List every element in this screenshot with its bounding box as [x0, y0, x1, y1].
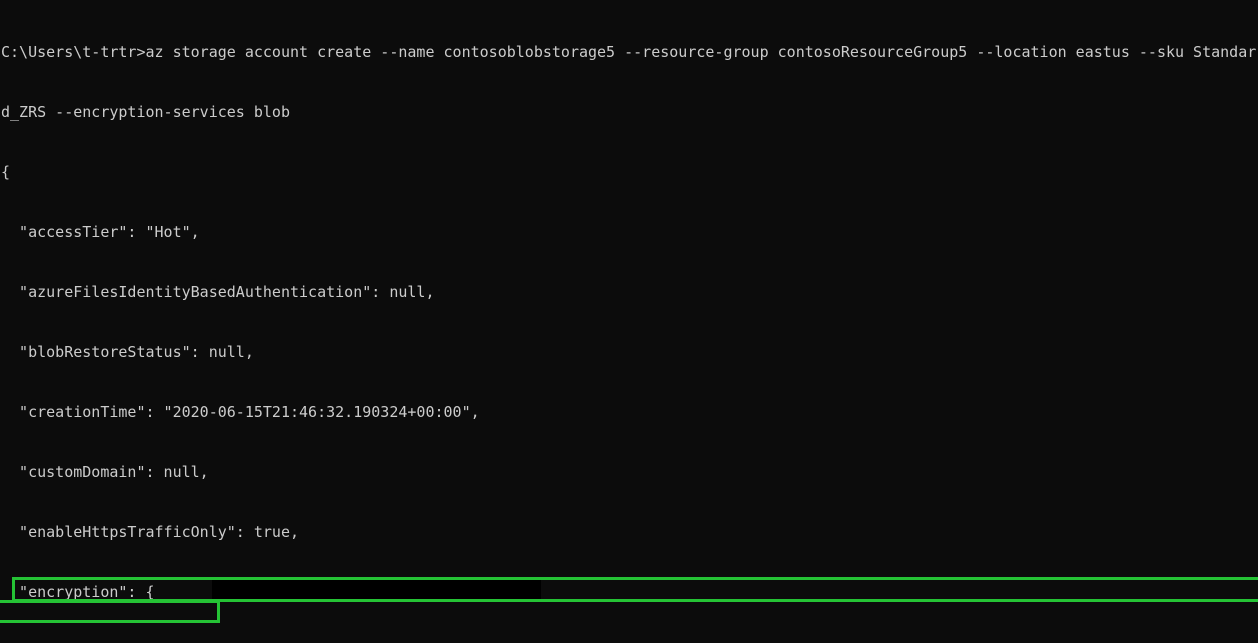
console-line: "customDomain": null, [1, 463, 209, 481]
console-line: "encryption": { [1, 583, 155, 601]
console-line: C:\Users\t-trtr>az storage account creat… [1, 43, 1257, 61]
console-line: { [1, 163, 11, 181]
console-line: d_ZRS --encryption-services blob [1, 103, 290, 121]
console-output: C:\Users\t-trtr>az storage account creat… [0, 0, 1258, 643]
console-line: "azureFilesIdentityBasedAuthentication":… [1, 283, 435, 301]
terminal-window[interactable]: C:\Users\t-trtr>az storage account creat… [0, 0, 1258, 643]
console-line: "blobRestoreStatus": null, [1, 343, 254, 361]
console-line: "enableHttpsTrafficOnly": true, [1, 523, 300, 541]
console-line: "creationTime": "2020-06-15T21:46:32.190… [1, 403, 480, 421]
console-line: "accessTier": "Hot", [1, 223, 200, 241]
